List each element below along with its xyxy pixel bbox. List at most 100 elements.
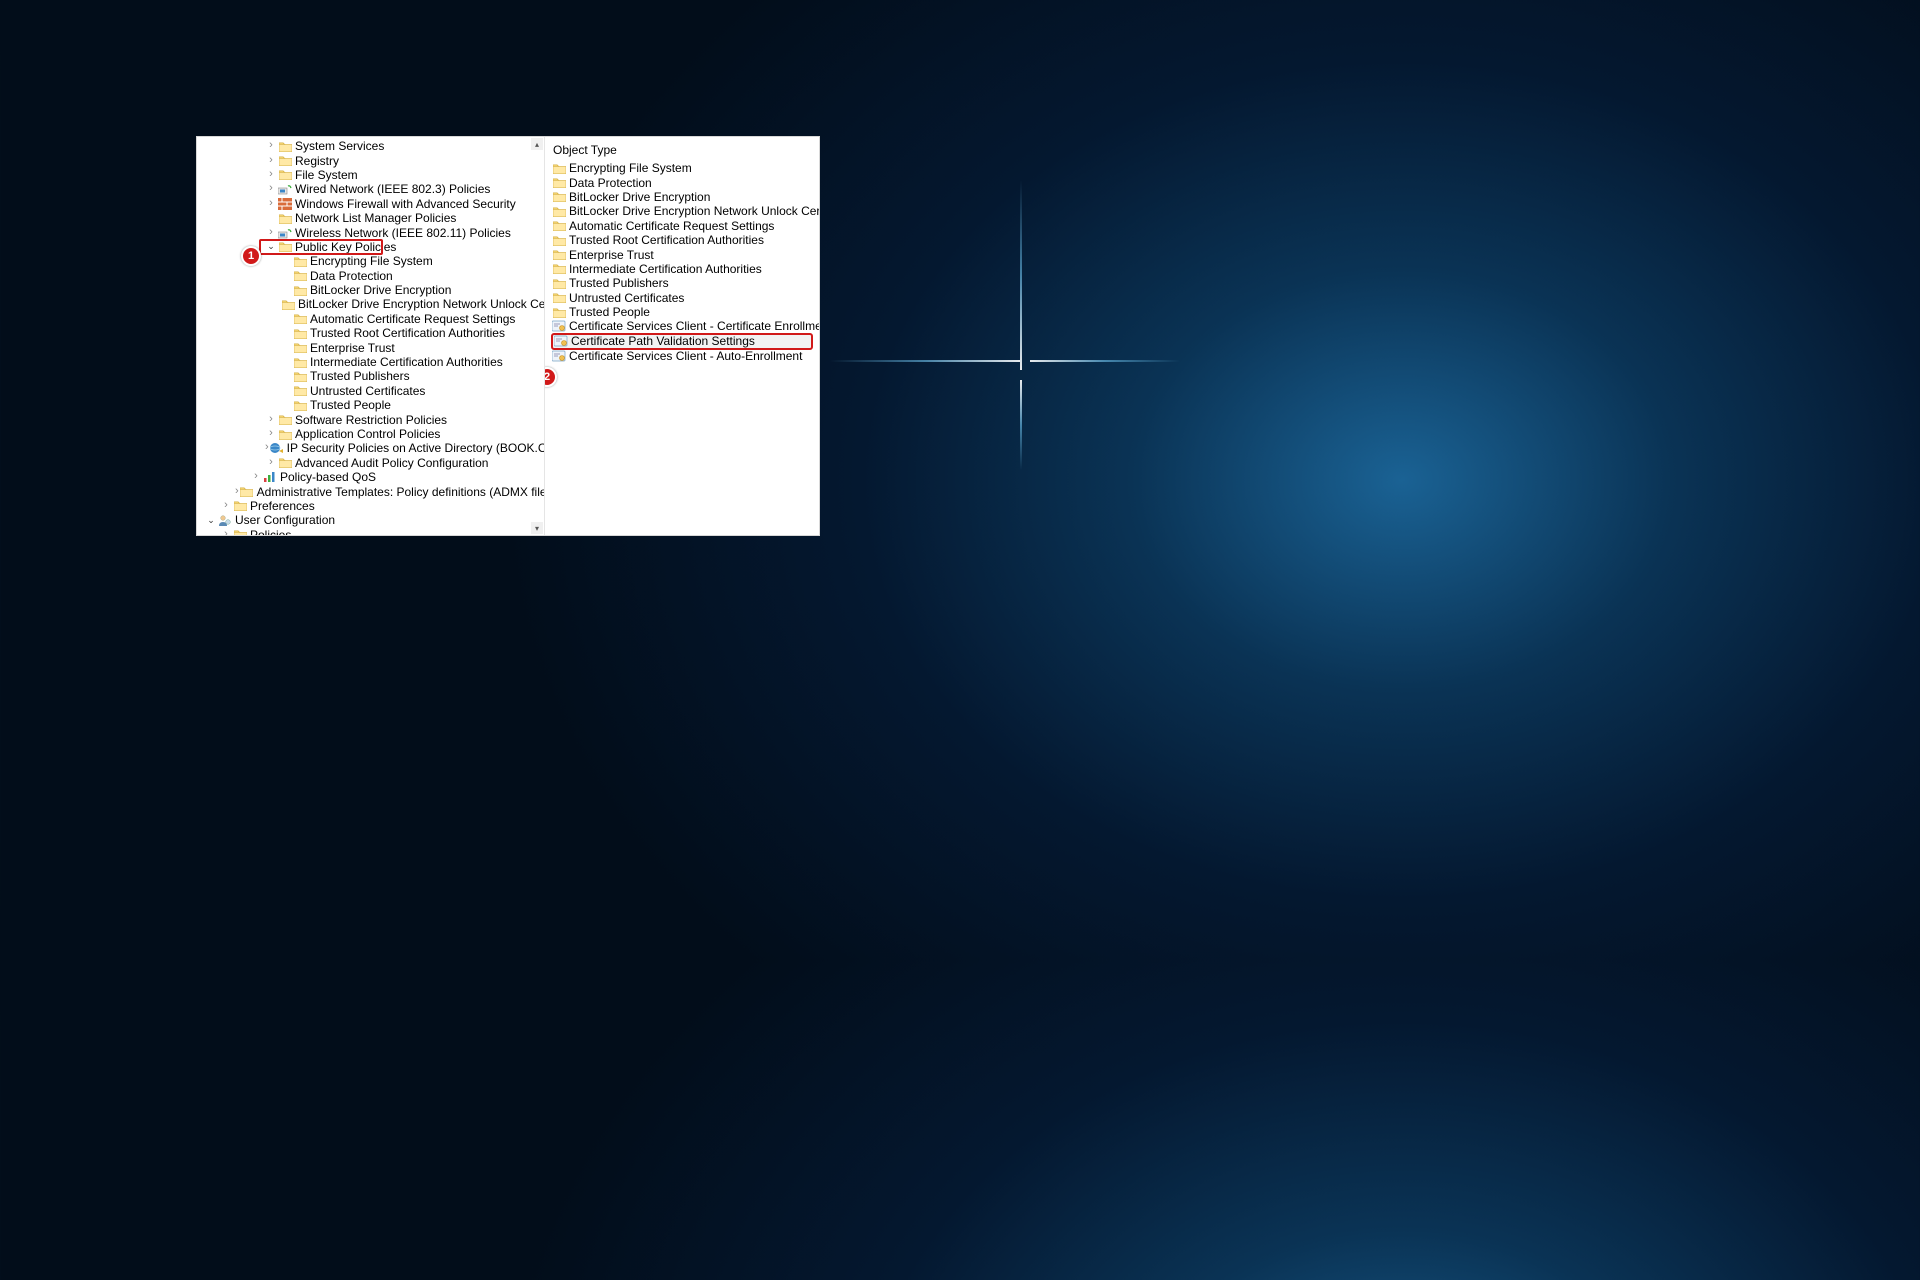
- tree-node[interactable]: ›Application Control Policies: [197, 427, 544, 441]
- chevron-right-icon[interactable]: ›: [265, 182, 277, 194]
- list-item-label: Certificate Services Client - Certificat…: [569, 319, 819, 333]
- chevron-right-icon[interactable]: ›: [265, 139, 277, 151]
- tree-node[interactable]: ›Registry: [197, 153, 544, 167]
- tree-node[interactable]: › IP Security Policies on Active Director…: [197, 441, 544, 455]
- firewall-icon: [278, 198, 292, 210]
- list-item[interactable]: Trusted People: [551, 305, 813, 319]
- tree-node-label: Public Key Policies: [295, 240, 396, 254]
- tree-node-label: Trusted Root Certification Authorities: [310, 326, 505, 340]
- tree-node-label: Policies: [250, 528, 291, 535]
- chevron-right-icon[interactable]: ›: [265, 441, 269, 453]
- list-item-label: Certificate Path Validation Settings: [571, 334, 755, 348]
- tree-node[interactable]: › Policy-based QoS: [197, 470, 544, 484]
- list-item[interactable]: Data Protection: [551, 175, 813, 189]
- chevron-right-icon[interactable]: ›: [265, 226, 277, 238]
- tree-pane: ▴ ▾ › System Services›Registry›File Syste…: [197, 137, 545, 535]
- tree-node[interactable]: Untrusted Certificates: [197, 384, 544, 398]
- policy-tree: ›System Services›Registry›File System›Wi…: [197, 139, 544, 535]
- folder-icon: [293, 255, 307, 267]
- list-item-label: Intermediate Certification Authorities: [569, 262, 762, 276]
- tree-node-label: Network List Manager Policies: [295, 211, 456, 225]
- ipsec-icon: [270, 442, 284, 454]
- folder-icon: [552, 277, 566, 289]
- tree-node[interactable]: ›Software Restriction Policies: [197, 412, 544, 426]
- list-item[interactable]: BitLocker Drive Encryption Network Unloc…: [551, 204, 813, 218]
- tree-node[interactable]: ›Wireless Network (IEEE 802.11) Policies: [197, 225, 544, 239]
- tree-node-label: Encrypting File System: [310, 254, 433, 268]
- chevron-right-icon[interactable]: ›: [220, 499, 232, 511]
- chevron-right-icon[interactable]: ›: [250, 470, 262, 482]
- list-item-label: Trusted Publishers: [569, 276, 669, 290]
- list-item-label: Data Protection: [569, 176, 652, 190]
- folder-icon: [552, 249, 566, 261]
- tree-node[interactable]: Intermediate Certification Authorities: [197, 355, 544, 369]
- tree-node-label: System Services: [295, 139, 384, 153]
- tree-node[interactable]: Trusted Root Certification Authorities: [197, 326, 544, 340]
- list-item[interactable]: Trusted Root Certification Authorities: [551, 233, 813, 247]
- tree-node[interactable]: ›File System: [197, 168, 544, 182]
- list-item[interactable]: Trusted Publishers: [551, 276, 813, 290]
- tree-node[interactable]: Trusted People: [197, 398, 544, 412]
- list-item[interactable]: Certificate Path Validation Settings: [551, 333, 813, 350]
- net-icon: [278, 227, 292, 239]
- chevron-right-icon[interactable]: ›: [265, 168, 277, 180]
- list-item[interactable]: Intermediate Certification Authorities: [551, 262, 813, 276]
- tree-node-label: Windows Firewall with Advanced Security: [295, 197, 516, 211]
- tree-node-label: Data Protection: [310, 269, 393, 283]
- folder-icon: [293, 270, 307, 282]
- folder-icon: [240, 486, 254, 498]
- list-item[interactable]: Certificate Services Client - Auto-Enrol…: [551, 349, 813, 363]
- tree-node[interactable]: BitLocker Drive Encryption: [197, 283, 544, 297]
- folder-icon: [293, 356, 307, 368]
- list-item-label: Untrusted Certificates: [569, 291, 684, 305]
- chevron-right-icon[interactable]: ›: [265, 413, 277, 425]
- chevron-down-icon[interactable]: ⌄: [265, 241, 277, 252]
- chevron-down-icon[interactable]: ⌄: [205, 515, 217, 526]
- column-header-object-type[interactable]: Object Type: [551, 141, 813, 161]
- folder-icon: [278, 241, 292, 253]
- tree-node-label: IP Security Policies on Active Directory…: [287, 441, 545, 455]
- tree-node[interactable]: › Windows Firewall with Advanced Security: [197, 197, 544, 211]
- tree-node-label: Preferences: [250, 499, 315, 513]
- cert-icon: [552, 350, 566, 362]
- folder-icon: [293, 399, 307, 411]
- tree-node[interactable]: Trusted Publishers: [197, 369, 544, 383]
- list-item-label: Automatic Certificate Request Settings: [569, 219, 774, 233]
- scroll-down-icon[interactable]: ▾: [531, 522, 543, 534]
- chevron-right-icon[interactable]: ›: [265, 427, 277, 439]
- tree-node-label: BitLocker Drive Encryption: [310, 283, 451, 297]
- object-list: Encrypting File SystemData ProtectionBit…: [551, 161, 813, 363]
- tree-node-label: Wired Network (IEEE 802.3) Policies: [295, 182, 490, 196]
- tree-node[interactable]: Automatic Certificate Request Settings: [197, 312, 544, 326]
- chevron-right-icon[interactable]: ›: [220, 528, 232, 535]
- list-item-label: Trusted People: [569, 305, 650, 319]
- list-item[interactable]: Enterprise Trust: [551, 247, 813, 261]
- tree-node[interactable]: › Wired Network (IEEE 802.3) Policies: [197, 182, 544, 196]
- net-icon: [278, 183, 292, 195]
- tree-node-label: Policy-based QoS: [280, 470, 376, 484]
- folder-icon: [552, 292, 566, 304]
- chevron-right-icon[interactable]: ›: [235, 485, 239, 497]
- tree-node[interactable]: › Preferences: [197, 499, 544, 513]
- tree-node[interactable]: Data Protection: [197, 269, 544, 283]
- tree-node[interactable]: Enterprise Trust: [197, 340, 544, 354]
- chevron-right-icon[interactable]: ›: [265, 197, 277, 209]
- folder-icon: [552, 162, 566, 174]
- tree-node[interactable]: › System Services: [197, 139, 544, 153]
- list-item[interactable]: Automatic Certificate Request Settings: [551, 219, 813, 233]
- tree-node[interactable]: BitLocker Drive Encryption Network Unloc…: [197, 297, 544, 311]
- list-item[interactable]: Certificate Services Client - Certificat…: [551, 319, 813, 333]
- scroll-up-icon[interactable]: ▴: [531, 138, 543, 150]
- tree-node[interactable]: Network List Manager Policies: [197, 211, 544, 225]
- tree-node[interactable]: ⌄User Configuration: [197, 513, 544, 527]
- tree-node[interactable]: › Policies: [197, 528, 544, 535]
- tree-node[interactable]: › Administrative Templates: Policy defini…: [197, 484, 544, 498]
- chevron-right-icon[interactable]: ›: [265, 154, 277, 166]
- tree-node-label: Administrative Templates: Policy definit…: [257, 485, 545, 499]
- list-item[interactable]: Encrypting File System: [551, 161, 813, 175]
- list-item[interactable]: BitLocker Drive Encryption: [551, 190, 813, 204]
- chevron-right-icon[interactable]: ›: [265, 456, 277, 468]
- tree-node-label: Enterprise Trust: [310, 341, 395, 355]
- list-item[interactable]: Untrusted Certificates: [551, 291, 813, 305]
- tree-node[interactable]: ›Advanced Audit Policy Configuration: [197, 456, 544, 470]
